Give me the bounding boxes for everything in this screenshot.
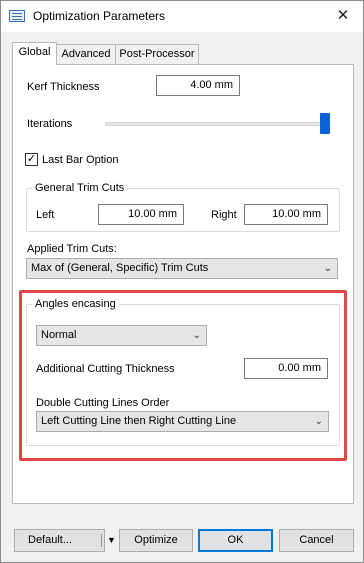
title-bar: Optimization Parameters ✕ (1, 1, 363, 32)
last-bar-checkbox[interactable]: ✓ (25, 153, 38, 166)
left-trim-field[interactable]: 10.00 mm (98, 204, 184, 225)
left-trim-label: Left (36, 209, 55, 221)
close-button[interactable]: ✕ (331, 6, 355, 26)
iterations-label: Iterations (27, 118, 73, 130)
right-trim-label: Right (211, 209, 237, 221)
iterations-slider[interactable] (105, 122, 329, 126)
cancel-button[interactable]: Cancel (279, 529, 354, 552)
default-split-button[interactable]: Default... ▼ (14, 529, 116, 552)
highlight-box (19, 290, 347, 461)
optimize-button[interactable]: Optimize (119, 529, 193, 552)
split-divider (101, 534, 102, 547)
applied-trim-cuts-label: Applied Trim Cuts: (27, 243, 117, 255)
kerf-thickness-label: Kerf Thickness (27, 81, 100, 93)
applied-trim-cuts-dropdown[interactable]: Max of (General, Specific) Trim Cuts ⌄ (26, 258, 338, 279)
tab-post-processor[interactable]: Post-Processor (115, 44, 199, 65)
chevron-down-icon: ⌄ (323, 263, 332, 274)
window-title: Optimization Parameters (33, 9, 166, 23)
optimization-dialog: Optimization Parameters ✕ Global Advance… (0, 0, 364, 563)
last-bar-label[interactable]: Last Bar Option (42, 154, 118, 166)
default-button-label: Default... (28, 534, 73, 546)
kerf-thickness-field[interactable]: 4.00 mm (156, 75, 240, 96)
right-trim-field[interactable]: 10.00 mm (244, 204, 328, 225)
dropdown-arrow-icon[interactable]: ▼ (107, 530, 116, 551)
ok-button[interactable]: OK (198, 529, 273, 552)
general-trim-cuts-title: General Trim Cuts (32, 182, 128, 194)
tab-global[interactable]: Global (12, 42, 57, 65)
tab-advanced[interactable]: Advanced (56, 44, 116, 65)
applied-trim-cuts-value: Max of (General, Specific) Trim Cuts (31, 262, 209, 274)
iterations-slider-thumb[interactable] (320, 113, 330, 134)
app-icon (9, 10, 25, 22)
